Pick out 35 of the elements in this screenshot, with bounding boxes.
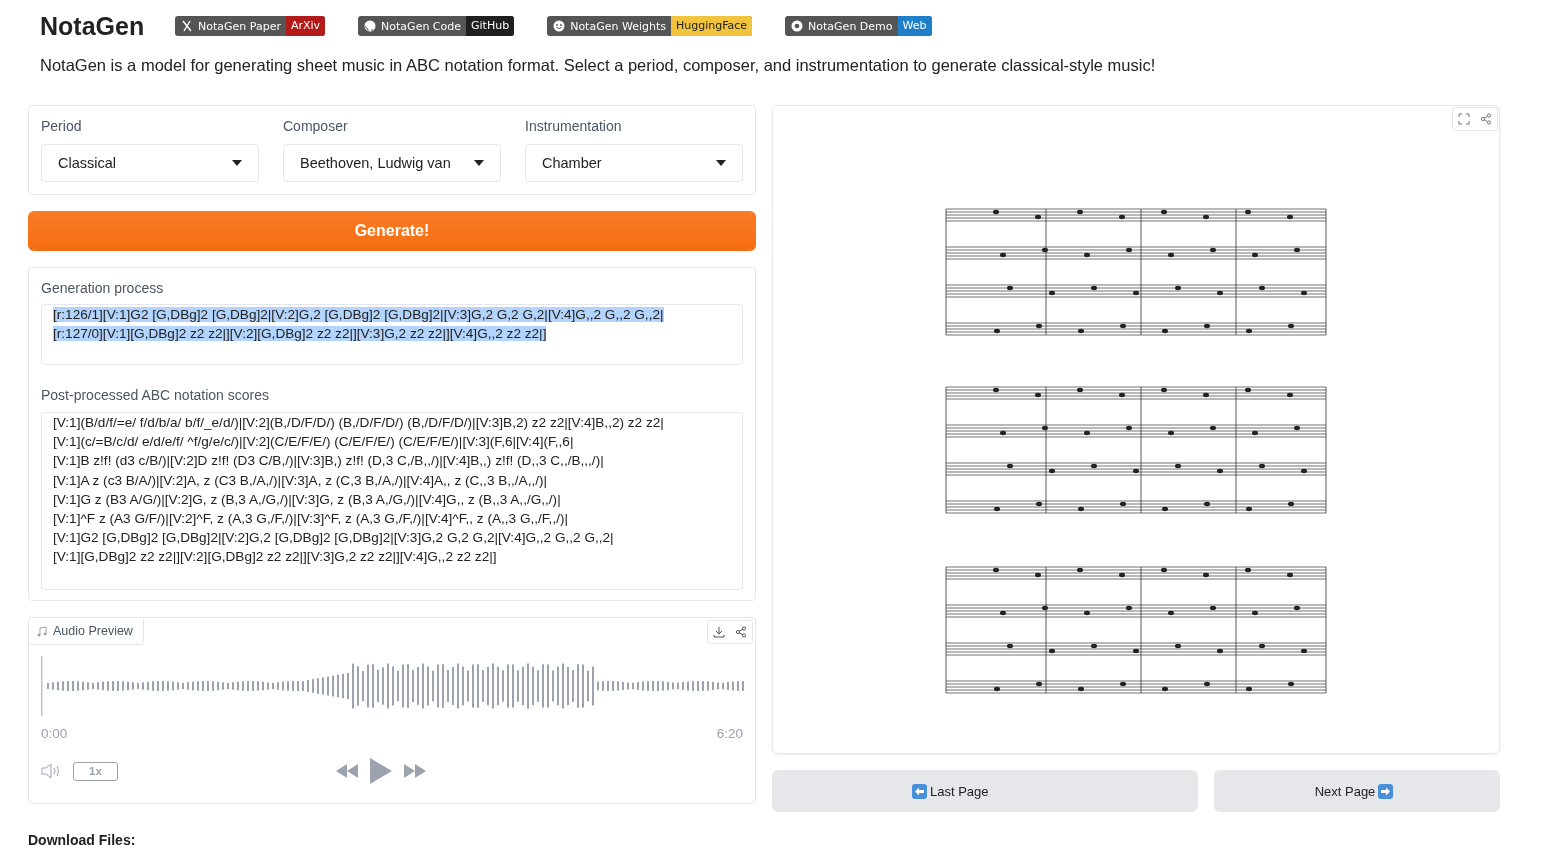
badge-link[interactable]: NotaGen Paper ArXiv [175, 16, 326, 36]
caret-icon [232, 160, 242, 166]
caret-icon [716, 160, 726, 166]
current-time: 0:00 [41, 726, 68, 741]
dropdown[interactable]: Classical [41, 144, 259, 182]
badge-link[interactable]: NotaGen Code GitHub [358, 16, 515, 36]
face-icon [553, 20, 566, 32]
dropdown[interactable]: Beethoven, Ludwig van [283, 144, 501, 182]
field-label: Generation process [41, 280, 165, 296]
field-label: Period [41, 118, 83, 134]
download-icon [713, 626, 725, 638]
dropdown[interactable]: Chamber [525, 144, 743, 182]
rewind-icon[interactable] [336, 764, 358, 778]
music-note-icon [37, 625, 47, 637]
share-icon [735, 626, 747, 638]
play-icon[interactable] [370, 758, 392, 784]
last-page-button[interactable]: Last Page [772, 770, 1198, 812]
field-label: Post-processed ABC notation scores [41, 387, 270, 403]
next-page-button[interactable]: Next Page [1214, 770, 1500, 812]
text-area[interactable]: [r:126/1][V:1]G2 [G,DBg]2 [G,DBg]2|[V:2]G,2 [G,DBg]2 [G,DBg]2|[V:3]G,2 G,2 G,2|[V:4]G,,2 G,,2 G,,2| [r:127/0][V:1][G,DBg]2 z2 z2|][V:2][G,DBg]2 z2 z2|][V:3]G,2 z2 z2|][V:4]G,,2 z2 z2|] [41, 304, 743, 365]
caret-icon [474, 160, 484, 166]
fast-forward-icon[interactable] [404, 764, 426, 778]
app-title: NotaGen [40, 11, 146, 41]
download-label: Download Files: [28, 832, 137, 848]
share-icon [1480, 113, 1492, 125]
badge-link[interactable]: NotaGen Weights HuggingFace [547, 16, 753, 36]
field-label: Composer [283, 118, 349, 134]
cross-icon [181, 20, 193, 32]
duration: 6:20 [716, 726, 743, 741]
field-label: Instrumentation [525, 118, 623, 134]
text-area[interactable]: [V:1](B/d/f/=e/ f/d/b/a/ b/f/_e/d/)|[V:2](B,/D/F/D/) (B,/D/F/D/) (B,/D/F/D/)|[V:3]B,2) z2 z2|[V:4]B,,2) z2 z2| [V:1](c/=B/c/d/ e/d/e/f/ ^f/g/e/c/)|[V:2](C/E/F/E/) (C/E/F/E/) (C/E/F/E/)|[V:3](F,6|[V:4](F,,6| [V:1]B z!f! (d3 c/B/)|[V:2]D z!f! (D3 C/B,/)|[V:3]B,) z!f! (D,3 C,/B,,/)|[V:4]B,,) z!f! (D,,3 C,,/B,,,/)| [V:1]A z (c3 B/A/)|[V:2]A, z (C3 B,/A,/)|[V:3]A, z (C,3 B,/A,/)|[V:4]A,, z (C,,3 B,,/A,,/)| [V:1]G z (B3 A/G/)|[V:2]G, z (B,3 A,/G,/)|[V:3]G, z (B,3 A,/G,/)|[V:4]G,, z (B,,3 A,,/G,,/)| [V:1]^F z (A3 G/F/)|[V:2]^F, z (A,3 G,/F,/)|[V:3]^F, z (A,3 G,/F,/)|[V:4]^F,, z (A,,3 G,,/F,,/)| [V:1]G2 [G,DBg]2 [G,DBg]2|[V:2]G,2 [G,DBg]2 [G,DBg]2|[V:3]G,2 G,2 G,2|[V:4]G,,2 G,,2 G,,2| [V:1][G,DBg]2 z2 z2|][V:2][G,DBg]2 z2 z2|][V:3]G,2 z2 z2|][V:4]G,,2 z2 z2|] [41, 412, 743, 590]
waveform-drawing[interactable] [41, 656, 745, 716]
badge-link[interactable]: NotaGen Demo Web [785, 16, 932, 36]
description: NotaGen is a model for generating sheet music in ABC notation format. Select a period, composer, and instrumentation to generate classical-style music! [40, 56, 1157, 75]
fullscreen-icon [1458, 113, 1470, 125]
